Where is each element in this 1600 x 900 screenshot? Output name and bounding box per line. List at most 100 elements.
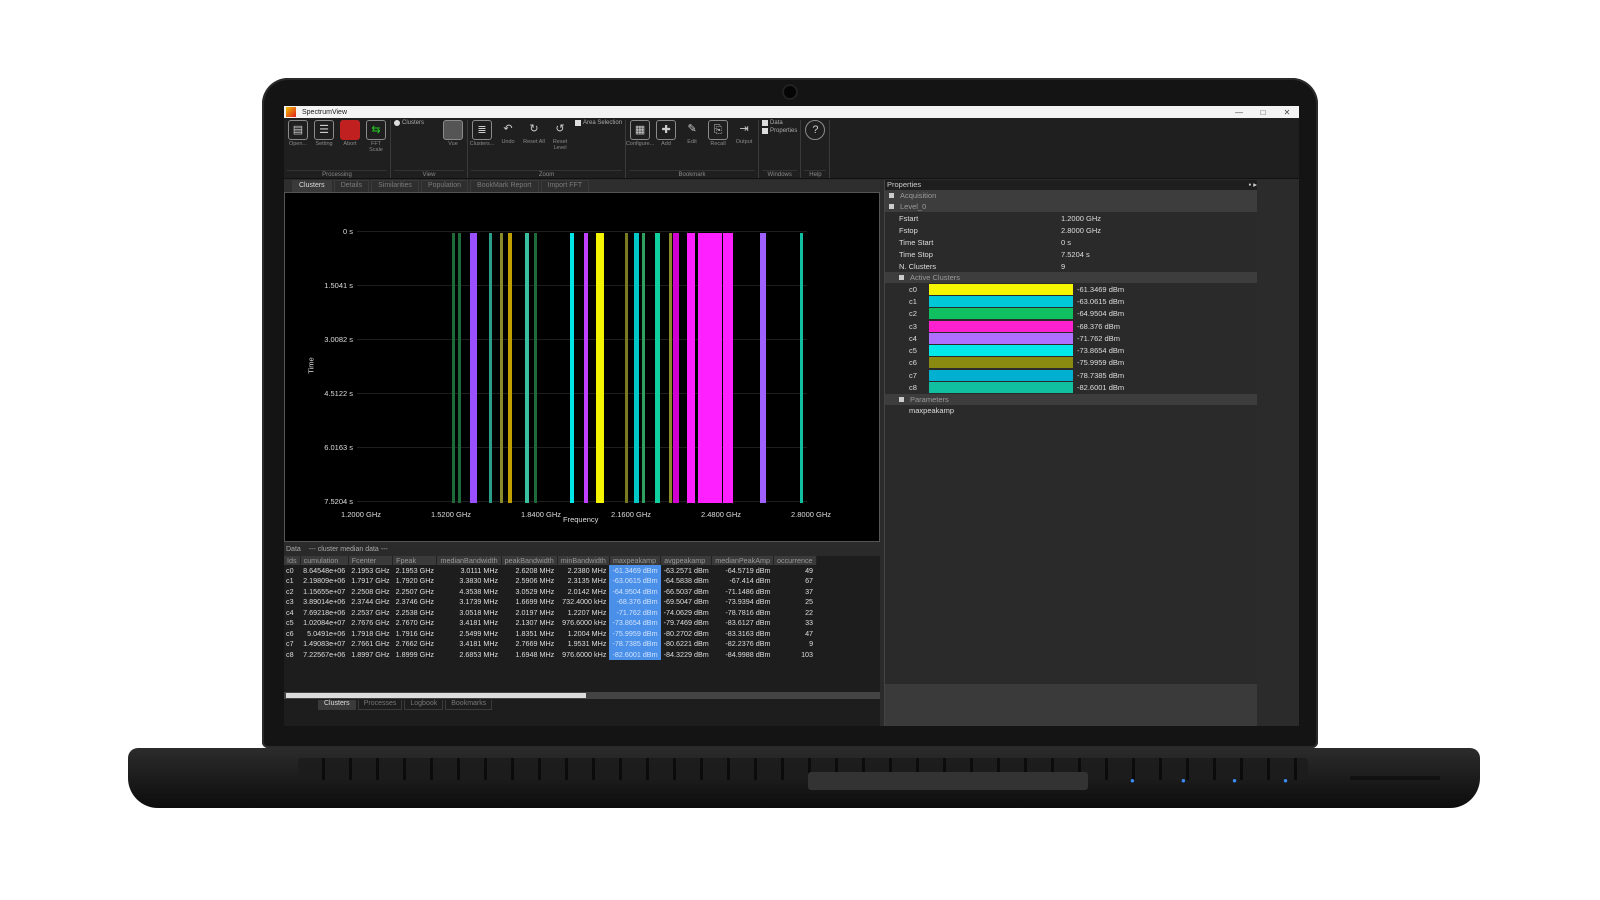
table-cell: 9	[809, 639, 814, 649]
column-header[interactable]: minBandwidth	[557, 556, 610, 565]
checkbox-icon	[762, 120, 769, 126]
open-button[interactable]: ▤ Open...	[287, 120, 309, 153]
tab-clusters-bottom[interactable]: Clusters	[318, 700, 356, 710]
table-row[interactable]: c5 1.02084e+07 2.7676 GHz 2.7670 GHz 3.4181 …	[284, 617, 816, 628]
table-cell: 3.4181 MHz	[459, 618, 499, 628]
tab-similarities[interactable]: Similarities	[371, 180, 419, 192]
table-row[interactable]: c4 7.69218e+06 2.2537 GHz 2.2538 GHz 3.0518 …	[284, 607, 816, 618]
cluster-row[interactable]: c8 -82.6001 dBm	[885, 381, 1257, 394]
tab-details[interactable]: Details	[333, 180, 370, 192]
output-button[interactable]: ⇥ Output	[733, 120, 755, 147]
spectrum-band	[759, 233, 767, 503]
tab-clusters[interactable]: Clusters	[292, 180, 332, 192]
pin-icon[interactable]: ▪ ▸	[1248, 180, 1257, 190]
section-active-clusters[interactable]: Active Clusters	[885, 272, 1257, 283]
tab-bookmarks[interactable]: Bookmarks	[445, 700, 493, 710]
help-button[interactable]: ?	[804, 120, 826, 141]
table-row[interactable]: c8 7.22567e+06 1.8997 GHz 1.8999 GHz 2.6853 …	[284, 649, 816, 660]
tab-bookmark-report[interactable]: BookMark Report	[470, 180, 539, 192]
table-row[interactable]: c2 1.15655e+07 2.2508 GHz 2.2507 GHz 4.3538 …	[284, 586, 816, 597]
setting-button[interactable]: ☰ Setting	[313, 120, 335, 153]
table-cell: 7.22567e+06	[303, 649, 346, 659]
cluster-row[interactable]: c2 -64.9504 dBm	[885, 308, 1257, 320]
column-header[interactable]: maxpeakamp	[609, 556, 662, 565]
table-cell: 976.6000 kHz	[562, 649, 607, 659]
tab-population[interactable]: Population	[420, 180, 469, 192]
minimize-button[interactable]: —	[1227, 108, 1251, 117]
table-row[interactable]: c7 1.49083e+07 2.7661 GHz 2.7662 GHz 3.4181 …	[284, 638, 816, 649]
spectrum-band	[708, 233, 722, 503]
scrollbar-thumb[interactable]	[286, 693, 586, 698]
table-cell: 47	[805, 628, 814, 638]
column-header[interactable]: cumulation	[300, 556, 349, 565]
table-cell: -73.8654 dBm	[609, 617, 661, 628]
tab-processes[interactable]: Processes	[357, 700, 403, 710]
x-tick: 1.5200 GHz	[430, 510, 472, 519]
add-bookmark-button[interactable]: ✚ Add	[655, 120, 677, 147]
cluster-row[interactable]: c5 -73.8654 dBm	[885, 344, 1257, 357]
section-level[interactable]: Level_0	[885, 201, 1257, 212]
column-header[interactable]: Ids	[284, 556, 301, 565]
touchpad	[808, 772, 1088, 790]
cluster-row[interactable]: c1 -63.0615 dBm	[885, 295, 1257, 307]
configure-button[interactable]: ▦ Configure...	[626, 120, 654, 147]
property-row: Fstop 2.8000 GHz	[899, 225, 1102, 235]
status-leds: ● ● ● ●	[1130, 776, 1310, 785]
undo-button[interactable]: ↶ Undo	[497, 120, 519, 151]
table-row[interactable]: c0 8.64548e+06 2.1953 GHz 2.1953 GHz 3.0111 …	[284, 565, 816, 576]
app-window: SpectrumView — □ ✕ ▤ Open... ☰ Setting Abo…	[284, 106, 1299, 726]
cluster-row[interactable]: c4 -71.762 dBm	[885, 332, 1257, 344]
cluster-color-swatch	[929, 283, 1073, 295]
column-header[interactable]: peakBandwidth	[501, 556, 558, 565]
section-acquisition[interactable]: Acquisition	[885, 190, 1257, 201]
cluster-name: c8	[909, 383, 917, 393]
cluster-row[interactable]: c0 -61.3469 dBm	[885, 283, 1257, 295]
edit-icon: ✎	[687, 123, 697, 135]
property-row: Time Start 0 s	[899, 237, 1072, 247]
cluster-row[interactable]: c3 -68.376 dBm	[885, 320, 1257, 332]
cluster-color-swatch	[929, 357, 1073, 369]
table-row[interactable]: c6 5.0491e+06 1.7918 GHz 1.7916 GHz 2.5499 M…	[284, 628, 816, 639]
spectrum-band	[687, 233, 696, 503]
vue-button[interactable]: Vue	[442, 120, 464, 147]
table-cell: c0	[286, 565, 294, 575]
column-header[interactable]: medianPeakAmp	[711, 556, 774, 565]
column-header[interactable]: Fpeak	[392, 556, 438, 565]
column-header[interactable]: Fcenter	[348, 556, 394, 565]
data-window-checkbox[interactable]: Data	[762, 120, 797, 126]
spectrum-band	[625, 233, 629, 503]
cluster-row[interactable]: c7 -78.7385 dBm	[885, 369, 1257, 381]
ribbon-group-zoom: ≣ Clusters... ↶ Undo ↻ Reset All ↺ Reset Lev…	[468, 120, 627, 178]
table-row[interactable]: c1 2.19809e+06 1.7917 GHz 1.7920 GHz 3.3830 …	[284, 575, 816, 586]
abort-button[interactable]: Abort	[339, 120, 361, 153]
cluster-row[interactable]: c6 -75.9959 dBm	[885, 357, 1257, 369]
column-header[interactable]: medianBandwidth	[436, 556, 502, 565]
reset-level-button[interactable]: ↺ Reset Level	[549, 120, 571, 151]
spectrum-plot[interactable]: 0 s 1.5041 s 3.0082 s 4.5122 s 6.0163 s …	[284, 192, 880, 542]
area-selection-checkbox[interactable]: Area Selection	[575, 120, 622, 126]
spectrum-band	[634, 233, 640, 503]
table-cell: c3	[286, 597, 294, 607]
column-header[interactable]: occurrence	[773, 556, 817, 565]
parameter-row: maxpeakamp	[909, 406, 955, 416]
close-button[interactable]: ✕	[1275, 108, 1299, 117]
clusters-checkbox[interactable]: Clusters	[394, 120, 424, 126]
maximize-button[interactable]: □	[1251, 108, 1275, 117]
cluster-value: -63.0615 dBm	[1077, 296, 1125, 306]
recall-button[interactable]: ⎘ Recall	[707, 120, 729, 147]
fft-scale-button[interactable]: ⇆ FFT Scale	[365, 120, 387, 153]
properties-window-checkbox[interactable]: Properties	[762, 128, 797, 134]
cluster-value: -71.762 dBm	[1077, 333, 1120, 343]
table-row[interactable]: c3 3.89014e+06 2.3744 GHz 2.3746 GHz 3.1739 …	[284, 596, 816, 607]
table-cell: 1.15655e+07	[303, 586, 346, 596]
tab-import-fft[interactable]: Import FFT	[540, 180, 590, 192]
y-tick: 7.5204 s	[324, 497, 353, 506]
edit-bookmark-button[interactable]: ✎ Edit	[681, 120, 703, 147]
section-parameters[interactable]: Parameters	[885, 393, 1257, 405]
clusters-zoom-button[interactable]: ≣ Clusters...	[470, 120, 494, 151]
horizontal-scrollbar[interactable]	[284, 692, 880, 699]
column-header[interactable]: avgpeakamp	[660, 556, 713, 565]
reset-all-button[interactable]: ↻ Reset All	[523, 120, 545, 151]
tab-logbook[interactable]: Logbook	[404, 700, 444, 710]
spectrum-band	[458, 233, 462, 503]
